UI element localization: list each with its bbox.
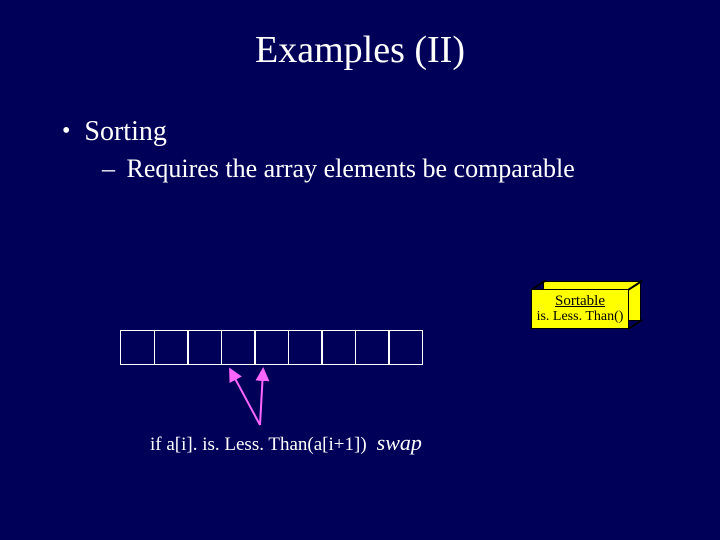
bullet2-text: Requires the array elements be comparabl… bbox=[127, 154, 575, 183]
box-method: is. Less. Than() bbox=[537, 310, 624, 325]
bullet1-text: Sorting bbox=[84, 116, 166, 148]
code-line: if a[i]. is. Less. Than(a[i+1]) swap bbox=[150, 430, 422, 456]
bullet-level1: • Sorting bbox=[62, 116, 720, 148]
array-cell bbox=[321, 330, 356, 365]
slide-title: Examples (II) bbox=[0, 0, 720, 72]
box-title: Sortable bbox=[555, 294, 605, 310]
array-diagram: if a[i]. is. Less. Than(a[i+1]) swap bbox=[120, 330, 423, 365]
array-cell bbox=[221, 330, 256, 365]
bullet-dot-icon: • bbox=[62, 119, 70, 143]
bullet-level2: – Requires the array elements be compara… bbox=[62, 148, 720, 184]
array-cell bbox=[187, 330, 222, 365]
array-cell bbox=[355, 330, 390, 365]
swap-arrows-icon bbox=[215, 365, 325, 430]
code-swap: swap bbox=[371, 430, 422, 455]
array-cell bbox=[388, 330, 423, 365]
bullet-list: • Sorting – Requires the array elements … bbox=[0, 72, 720, 184]
array-cells bbox=[120, 330, 423, 365]
array-cell bbox=[254, 330, 289, 365]
code-condition: if a[i]. is. Less. Than(a[i+1]) bbox=[150, 434, 367, 455]
array-cell bbox=[288, 330, 323, 365]
bullet-dash-icon: – bbox=[102, 154, 120, 184]
array-cell bbox=[120, 330, 155, 365]
array-cell bbox=[154, 330, 189, 365]
sortable-box: Sortable is. Less. Than() bbox=[531, 281, 641, 327]
